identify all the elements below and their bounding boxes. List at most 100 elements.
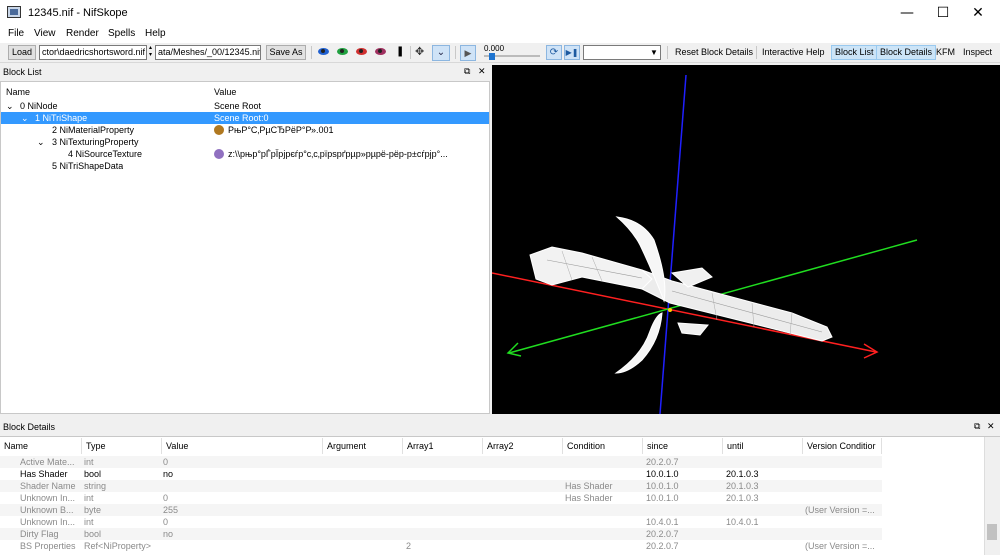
chevron-down-icon[interactable]: ▼ [650, 45, 658, 60]
view-eye-blue-icon[interactable] [318, 48, 329, 55]
row-name: BS Properties [20, 541, 76, 551]
table-row[interactable]: BS Properties Ref<NiProperty> 2 20.2.0.7… [0, 540, 882, 552]
close-panel-icon[interactable]: ✕ [478, 65, 486, 79]
tree-row[interactable]: ⌄ 0 NiNode Scene Root [1, 100, 489, 112]
row-name: Unknown In... [20, 493, 76, 503]
toolbar-separator [455, 46, 456, 59]
tree-row-value: РњР°С‚РµСЂРёР°Р».001 [228, 125, 334, 135]
column-header-condition[interactable]: Condition [563, 438, 643, 454]
column-header-type[interactable]: Type [82, 438, 162, 454]
table-row[interactable]: Unknown In... int 0 10.4.0.1 10.4.0.1 [0, 516, 882, 528]
row-since: 20.2.0.7 [646, 457, 679, 467]
title-bar [0, 0, 1000, 26]
origin-marker [668, 308, 672, 312]
column-header-version-condition[interactable]: Version Conditior [803, 438, 882, 454]
table-row[interactable]: Has Shader bool no 10.0.1.0 20.1.0.3 [0, 468, 882, 480]
toolbar-separator [756, 46, 757, 59]
reset-block-details-button[interactable]: Reset Block Details [672, 45, 756, 60]
inspect-button[interactable]: Inspect [960, 45, 995, 60]
float-panel-icon[interactable]: ⧉ [974, 420, 980, 434]
table-row[interactable]: Dirty Flag bool no 20.2.0.7 [0, 528, 882, 540]
expand-icon[interactable]: ⌄ [21, 112, 29, 124]
row-type: Ref<NiProperty> [84, 541, 152, 551]
save-as-button[interactable]: Save As [266, 45, 306, 60]
app-icon [7, 6, 21, 18]
interactive-help-button[interactable]: Interactive Help [759, 45, 828, 60]
tree-row[interactable]: ⌄ 3 NiTexturingProperty [1, 136, 489, 148]
row-type: bool [84, 469, 102, 479]
row-until: 20.1.0.3 [726, 481, 759, 491]
path-swap-icon[interactable]: ▴ ▾ [149, 45, 154, 60]
expand-icon[interactable]: ⌄ [6, 100, 14, 112]
block-list-button[interactable]: Block List [831, 45, 878, 60]
column-header-array2[interactable]: Array2 [483, 438, 563, 454]
view-eye-green-icon[interactable] [337, 48, 348, 55]
sword-model [529, 216, 833, 374]
row-since: 20.2.0.7 [646, 529, 679, 539]
row-until: 20.1.0.3 [726, 469, 759, 479]
row-version-condition: (User Version =... [805, 505, 875, 515]
move-axes-icon[interactable]: ✥ [415, 45, 429, 59]
scene-svg [491, 74, 918, 415]
table-row[interactable]: Active Mate... int 0 20.2.0.7 [0, 456, 882, 468]
table-row[interactable]: Unknown In... int 0 Has Shader 10.0.1.0 … [0, 492, 882, 504]
switch-icon[interactable]: ▶❚ [564, 45, 580, 60]
tree-row-name: 1 NiTriShape [35, 113, 88, 123]
column-header-value[interactable]: Value [214, 87, 236, 97]
column-header-argument[interactable]: Argument [323, 438, 403, 454]
block-details-title: Block Details [0, 420, 1000, 434]
view-dropdown-icon[interactable]: ⌄ [432, 45, 450, 61]
menu-render[interactable]: Render [66, 28, 99, 39]
column-header-value[interactable]: Value [162, 438, 323, 454]
row-since: 10.0.1.0 [646, 493, 679, 503]
row-name: Has Shader [20, 469, 68, 479]
time-value: 0.000 [484, 44, 505, 53]
column-header-since[interactable]: since [643, 438, 723, 454]
tree-row-value: z:\\рњр°рЃрЇрјрєѓр°с‚с‚рїрѕрґрµр»рµрё-рё… [228, 149, 448, 159]
load-button[interactable]: Load [8, 45, 36, 60]
view-eye-red-icon[interactable] [356, 48, 367, 55]
menu-help[interactable]: Help [145, 28, 166, 39]
toolbar-separator [667, 46, 668, 59]
kfm-button[interactable]: KFM [933, 45, 958, 60]
tree-row[interactable]: 5 NiTriShapeData [1, 160, 489, 172]
save-path-field[interactable]: ata/Meshes/_00/12345.nif [155, 45, 261, 60]
load-path-field[interactable]: ctor\daedricshortsword.nif [39, 45, 147, 60]
play-icon[interactable]: ▶ [460, 45, 476, 61]
close-panel-icon[interactable]: ✕ [987, 420, 995, 434]
table-row[interactable]: Shader Name string Has Shader 10.0.1.0 2… [0, 480, 882, 492]
column-header-until[interactable]: until [723, 438, 803, 454]
view-eye-user-icon[interactable] [375, 48, 386, 55]
menu-file[interactable]: File [8, 28, 24, 39]
column-header-array1[interactable]: Array1 [403, 438, 483, 454]
menu-spells[interactable]: Spells [108, 28, 135, 39]
row-name: Shader Name [20, 481, 76, 491]
walk-mode-icon[interactable]: ❚ [396, 46, 404, 58]
block-details-button[interactable]: Block Details [876, 45, 937, 60]
toolbar-separator [311, 46, 312, 59]
row-type: int [84, 517, 94, 527]
tree-row-name: 4 NiSourceTexture [68, 149, 143, 159]
block-list-title: Block List [0, 65, 490, 79]
row-name: Dirty Flag [20, 529, 59, 539]
toolbar-separator [410, 46, 411, 59]
tree-row[interactable]: 2 NiMaterialProperty РњР°С‚РµСЂРёР°Р».00… [1, 124, 489, 136]
row-value: 0 [163, 493, 169, 503]
scrollbar-thumb[interactable] [987, 524, 997, 540]
close-button[interactable]: ✕ [955, 0, 1000, 26]
expand-icon[interactable]: ⌄ [37, 136, 45, 148]
time-slider-handle[interactable] [489, 53, 495, 60]
render-viewport[interactable] [491, 65, 1000, 415]
float-panel-icon[interactable]: ⧉ [464, 65, 470, 79]
column-header-name[interactable]: Name [6, 87, 30, 97]
tree-row[interactable]: 4 NiSourceTexture z:\\рњр°рЃрЇрјрєѓр°с‚с… [1, 148, 489, 160]
material-icon [214, 125, 224, 135]
row-name: Unknown In... [20, 517, 76, 527]
row-name: Unknown B... [20, 505, 74, 515]
loop-icon[interactable]: ⟳ [546, 45, 562, 60]
table-row[interactable]: Unknown B... byte 255 (User Version =... [0, 504, 882, 516]
tree-row-name: 0 NiNode [20, 101, 58, 111]
tree-row-selected[interactable]: ⌄ 1 NiTriShape Scene Root:0 [1, 112, 489, 124]
menu-view[interactable]: View [34, 28, 56, 39]
column-header-name[interactable]: Name [0, 438, 82, 454]
